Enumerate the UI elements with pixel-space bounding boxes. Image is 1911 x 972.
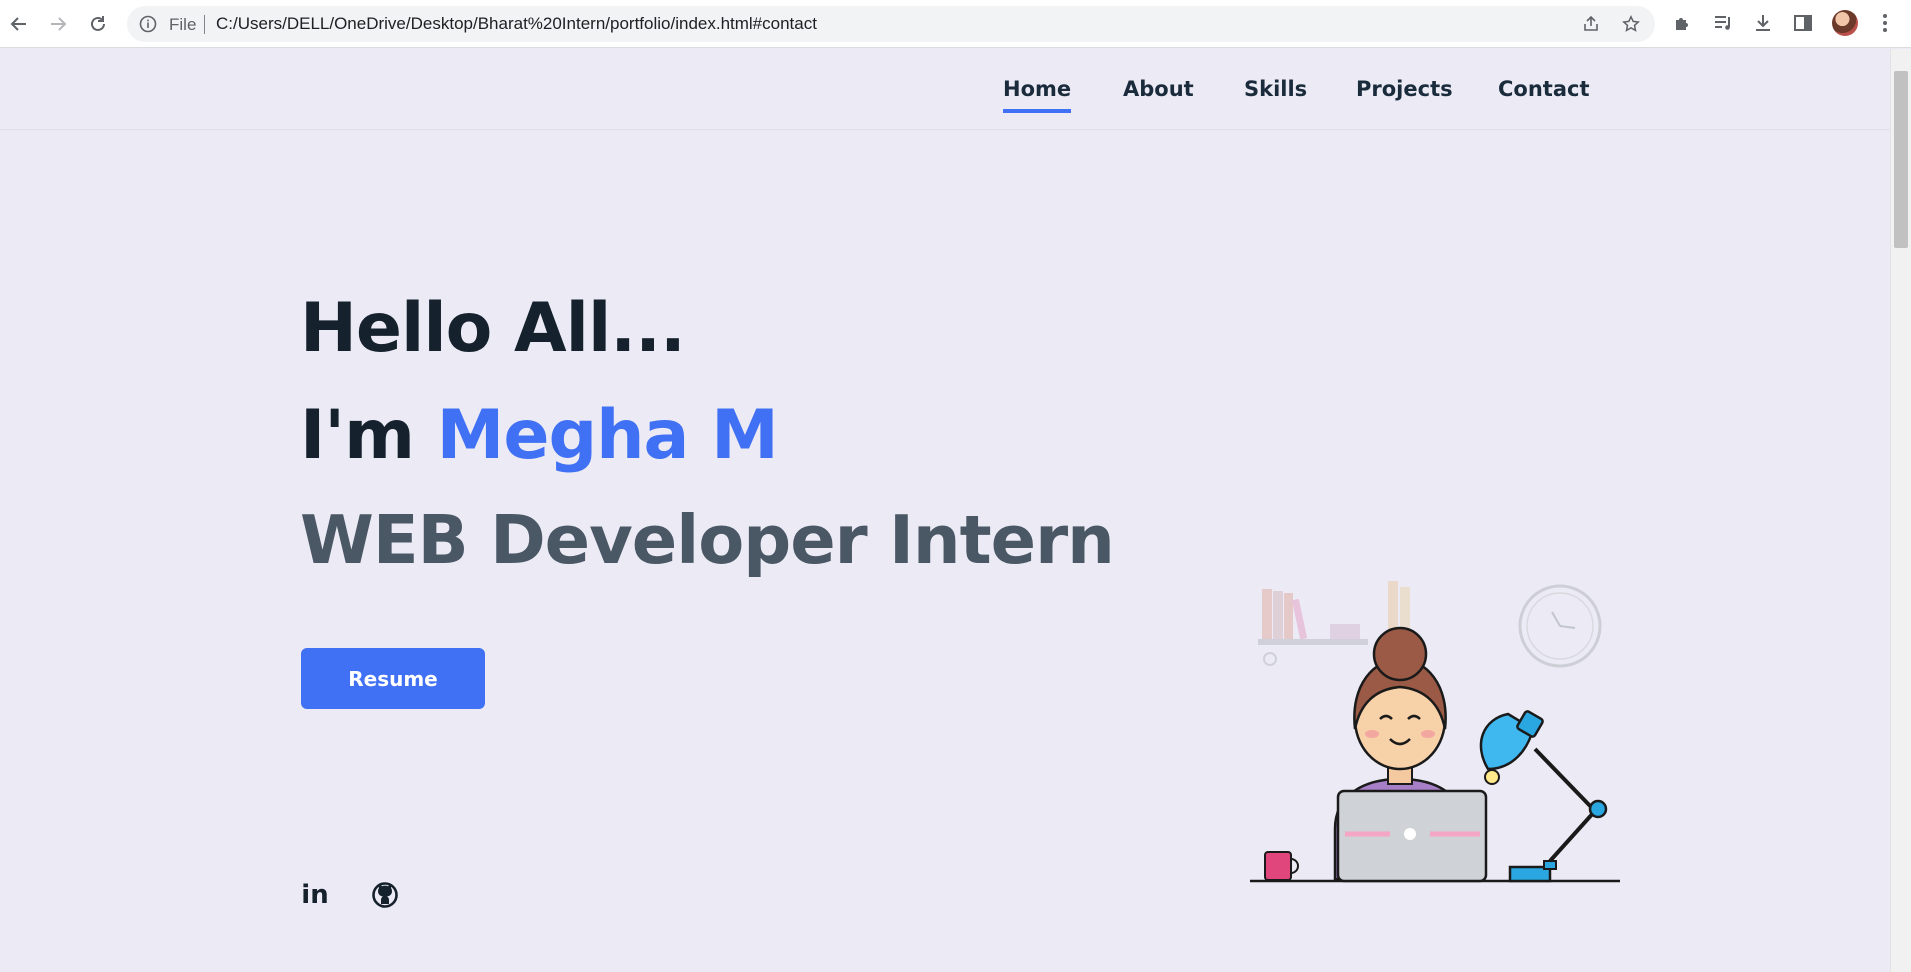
hero-name: Megha M (436, 396, 779, 475)
linkedin-glyph: in (301, 880, 329, 910)
github-icon[interactable] (371, 881, 399, 909)
hero-intro-prefix: I'm (300, 396, 437, 475)
clock-icon (1518, 584, 1602, 668)
resume-button[interactable]: Resume (301, 648, 485, 709)
nav-contact[interactable]: Contact (1498, 77, 1590, 101)
scrollbar-thumb[interactable] (1894, 71, 1908, 248)
forward-icon[interactable] (44, 10, 72, 38)
profile-avatar[interactable] (1832, 10, 1858, 36)
linkedin-icon[interactable]: in (301, 880, 329, 910)
share-icon[interactable] (1582, 15, 1600, 33)
file-label: File (169, 15, 197, 34)
nav-home[interactable]: Home (1003, 77, 1072, 113)
page-scrollbar[interactable] (1890, 49, 1911, 972)
nav-skills[interactable]: Skills (1244, 77, 1307, 101)
star-icon[interactable] (1622, 15, 1640, 33)
reload-icon[interactable] (84, 10, 112, 38)
portfolio-page: Home About Skills Projects Contact Hello… (0, 49, 1890, 972)
nav-projects[interactable]: Projects (1356, 77, 1453, 101)
mug-icon (1264, 851, 1299, 881)
info-icon[interactable] (139, 15, 157, 33)
menu-icon[interactable] (1874, 12, 1896, 34)
separator (204, 15, 205, 34)
url-text[interactable]: C:/Users/DELL/OneDrive/Desktop/Bharat%20… (216, 14, 817, 34)
site-header: Home About Skills Projects Contact (0, 49, 1890, 130)
side-panel-icon[interactable] (1792, 12, 1814, 34)
browser-toolbar: File C:/Users/DELL/OneDrive/Desktop/Bhar… (0, 0, 1911, 48)
nav-about[interactable]: About (1123, 77, 1194, 101)
media-icon[interactable] (1712, 12, 1734, 34)
developer-illustration (1250, 581, 1620, 883)
back-icon[interactable] (5, 10, 33, 38)
hero-greeting: Hello All... (300, 289, 686, 368)
hero-role: WEB Developer Intern (300, 501, 1115, 579)
desk-lamp-icon (1479, 710, 1608, 883)
download-icon[interactable] (1752, 12, 1774, 34)
address-bar[interactable]: File C:/Users/DELL/OneDrive/Desktop/Bhar… (127, 6, 1655, 42)
hero-intro: I'm Megha M (300, 396, 779, 475)
extensions-icon[interactable] (1672, 12, 1694, 34)
